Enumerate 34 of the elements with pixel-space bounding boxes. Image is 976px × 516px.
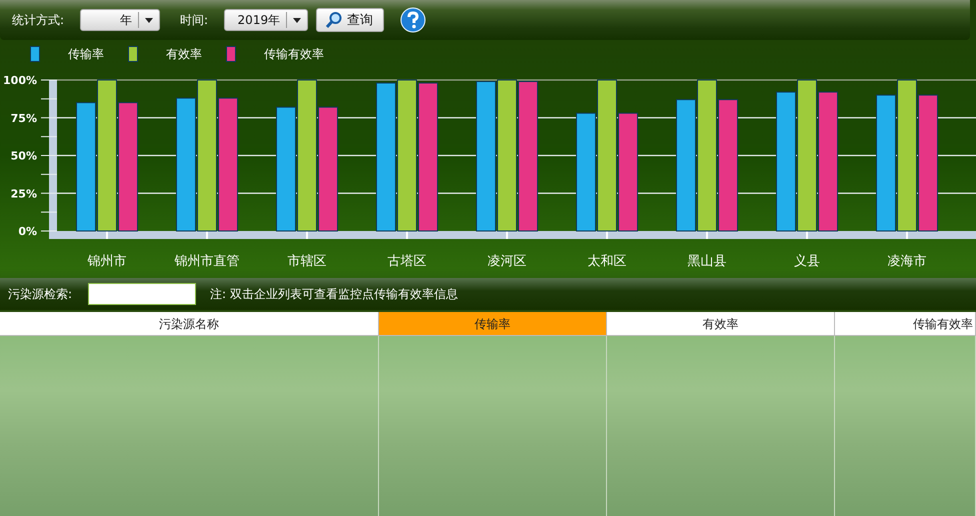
search-label: 污染源检索: — [8, 286, 72, 302]
axis-label: 0% — [18, 225, 37, 238]
query-button[interactable]: 查询 — [316, 8, 384, 32]
stat-label: 统计方式: — [12, 12, 64, 28]
axis-label: 义县 — [794, 254, 820, 269]
axis-label: 锦州市直管 — [174, 254, 240, 269]
legend-label: 有效率 — [166, 46, 202, 62]
axis-label: 锦州市 — [88, 254, 126, 269]
legend-label: 传输有效率 — [264, 46, 324, 62]
axis-label: 黑山县 — [688, 254, 726, 269]
legend-label: 传输率 — [68, 46, 104, 62]
time-label: 时间: — [180, 12, 208, 28]
axis-label: 75% — [10, 112, 37, 125]
axis-label: 古塔区 — [388, 254, 426, 269]
axis-label: 100% — [3, 74, 37, 87]
dropdown[interactable]: 年 — [80, 9, 160, 31]
column-header[interactable]: 传输有效率 — [835, 312, 976, 336]
axis-label: 市辖区 — [288, 254, 326, 269]
axis-label: 凌海市 — [888, 254, 926, 269]
hint-text: 注: 双击企业列表可查看监控点传输有效率信息 — [210, 286, 458, 302]
legend-swatch — [30, 46, 40, 62]
search-icon — [325, 11, 344, 29]
search-field[interactable] — [88, 283, 196, 305]
axis-label: 凌河区 — [488, 254, 526, 269]
column-header[interactable]: 有效率 — [607, 312, 835, 336]
help-icon — [400, 7, 426, 33]
column-header[interactable]: 传输率 — [379, 312, 607, 336]
dropdown[interactable]: 2019年 — [224, 9, 308, 31]
axis-label: 太和区 — [588, 254, 626, 269]
axis-label: 50% — [10, 150, 37, 162]
legend-swatch — [128, 46, 138, 62]
legend-swatch — [226, 46, 236, 62]
axis-label: 25% — [10, 187, 37, 200]
column-header[interactable]: 污染源名称 — [0, 312, 379, 336]
